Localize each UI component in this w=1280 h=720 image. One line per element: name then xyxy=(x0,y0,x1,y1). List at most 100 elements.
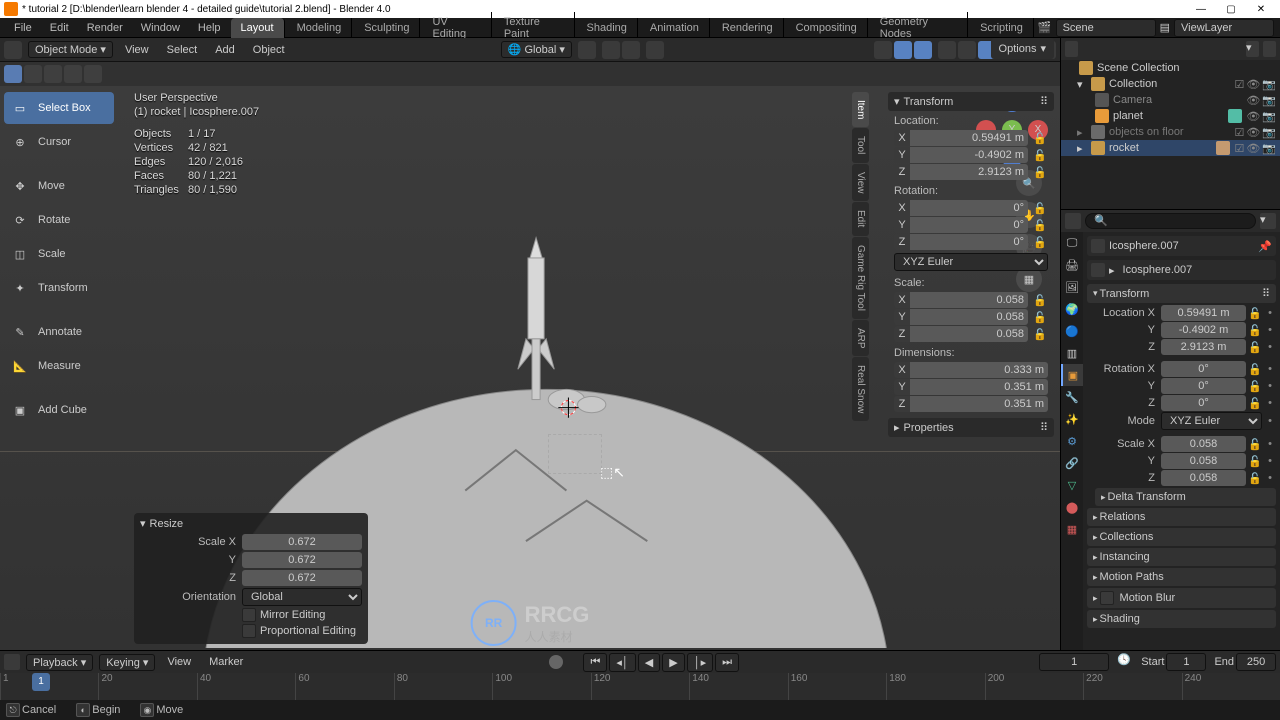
viewport-menu-add[interactable]: Add xyxy=(209,42,241,58)
snap-toggle[interactable] xyxy=(602,41,620,59)
overlay-toggle[interactable] xyxy=(914,41,932,59)
prop-instancing[interactable]: Instancing xyxy=(1087,548,1276,566)
select-mode-invert[interactable] xyxy=(64,65,82,83)
prop-rotz[interactable]: 0° xyxy=(1161,395,1246,411)
object-visibility-dropdown[interactable] xyxy=(874,41,892,59)
tab-constraints-icon[interactable]: 🔗 xyxy=(1061,452,1083,474)
prop-rotx[interactable]: 0° xyxy=(1161,361,1246,377)
visibility-icon[interactable]: 👁 xyxy=(1246,78,1260,91)
scale-y-input[interactable]: 0.058 xyxy=(910,309,1028,325)
keyframe-next-button[interactable]: │▸ xyxy=(687,653,713,672)
prop-locy[interactable]: -0.4902 m xyxy=(1161,322,1246,338)
properties-search-input[interactable] xyxy=(1085,213,1256,229)
npanel-tab-item[interactable]: Item xyxy=(852,92,869,127)
autokey-icon[interactable] xyxy=(549,655,563,669)
tab-physics-icon[interactable]: ⚙ xyxy=(1061,430,1083,452)
keyframe-prev-button[interactable]: ◂│ xyxy=(609,653,635,672)
workspace-tab-layout[interactable]: Layout xyxy=(231,18,285,38)
workspace-tab-rendering[interactable]: Rendering xyxy=(712,18,784,38)
prop-delta-transform[interactable]: Delta Transform xyxy=(1095,488,1276,506)
workspace-tab-sculpting[interactable]: Sculpting xyxy=(354,18,420,38)
timeline-editor-icon[interactable] xyxy=(4,654,20,670)
properties-editor-icon[interactable] xyxy=(1065,213,1081,229)
location-y-input[interactable]: -0.4902 m xyxy=(910,147,1028,163)
dim-y-input[interactable]: 0.351 m xyxy=(910,379,1048,395)
prop-collections[interactable]: Collections xyxy=(1087,528,1276,546)
timeline-ruler[interactable]: 1 20 40 60 80 100 120 140 160 180 200 22… xyxy=(0,673,1280,701)
timeline-playhead[interactable]: 1 xyxy=(32,673,50,691)
proportional-editing-checkbox[interactable] xyxy=(242,624,256,638)
end-frame-input[interactable]: 250 xyxy=(1236,653,1276,671)
prop-rotmode[interactable]: XYZ Euler xyxy=(1161,412,1262,430)
menu-window[interactable]: Window xyxy=(133,20,188,36)
viewport-options-dropdown[interactable]: Options ▾ xyxy=(991,38,1054,59)
start-frame-input[interactable]: 1 xyxy=(1166,653,1206,671)
rotation-x-input[interactable]: 0° xyxy=(910,200,1028,216)
maximize-button[interactable]: ▢ xyxy=(1216,4,1246,15)
tool-annotate[interactable]: ✎Annotate xyxy=(4,316,114,348)
workspace-tab-shading[interactable]: Shading xyxy=(577,18,638,38)
pin-icon[interactable]: 📌 xyxy=(1258,240,1272,253)
redo-scale-x[interactable]: 0.672 xyxy=(242,534,362,550)
prop-scz[interactable]: 0.058 xyxy=(1161,470,1246,486)
dim-x-input[interactable]: 0.333 m xyxy=(910,362,1048,378)
xray-toggle[interactable] xyxy=(938,41,956,59)
tab-world-icon[interactable]: 🔵 xyxy=(1061,320,1083,342)
prop-locx[interactable]: 0.59491 m xyxy=(1161,305,1246,321)
properties-crumb-object[interactable]: Icosphere.007📌 xyxy=(1087,236,1276,256)
outliner-row-collection[interactable]: ▾Collection☑👁📷 xyxy=(1061,76,1280,92)
timeline-keying-menu[interactable]: Keying ▾ xyxy=(99,654,155,671)
timeline-playback-menu[interactable]: Playback ▾ xyxy=(26,654,93,671)
tool-measure[interactable]: 📐Measure xyxy=(4,350,114,382)
outliner-row-rocket[interactable]: ▸rocket☑👁📷 xyxy=(1061,140,1280,156)
tab-modifier-icon[interactable]: 🔧 xyxy=(1061,386,1083,408)
play-button[interactable]: ▶ xyxy=(662,653,684,672)
workspace-tab-scripting[interactable]: Scripting xyxy=(970,18,1034,38)
prop-locz[interactable]: 2.9123 m xyxy=(1161,339,1246,355)
timeline-view-menu[interactable]: View xyxy=(161,654,197,670)
npanel-properties-header[interactable]: ▸Properties⠿ xyxy=(888,418,1054,437)
npanel-tab-gamerig[interactable]: Game Rig Tool xyxy=(852,237,869,319)
jump-start-button[interactable]: ⏮ xyxy=(583,653,607,672)
current-frame-input[interactable]: 1 xyxy=(1039,653,1109,671)
npanel-tab-view[interactable]: View xyxy=(852,164,869,202)
interaction-mode-dropdown[interactable]: Object Mode ▾ xyxy=(28,41,113,58)
outliner-display-mode-icon[interactable] xyxy=(1065,41,1078,57)
transform-orientation-dropdown[interactable]: 🌐 Global ▾ xyxy=(501,41,572,58)
properties-options-icon[interactable]: ▾ xyxy=(1260,213,1276,229)
workspace-tab-modeling[interactable]: Modeling xyxy=(287,18,353,38)
scene-name-input[interactable] xyxy=(1056,19,1156,37)
workspace-tab-animation[interactable]: Animation xyxy=(640,18,710,38)
npanel-tab-edit[interactable]: Edit xyxy=(852,202,869,235)
preview-range-icon[interactable]: 🕓 xyxy=(1117,653,1133,669)
tab-scene-icon[interactable]: 🌍 xyxy=(1061,298,1083,320)
scale-z-input[interactable]: 0.058 xyxy=(910,326,1028,342)
tab-viewlayer-icon[interactable]: 🖼 xyxy=(1061,276,1083,298)
select-mode-set[interactable] xyxy=(4,65,22,83)
3d-viewport[interactable]: ⬚↖ ▭Select Box ⊕Cursor ✥Move ⟳Rotate ◫Sc… xyxy=(0,86,1060,650)
tab-material-icon[interactable]: ⬤ xyxy=(1061,496,1083,518)
properties-crumb-data[interactable]: ▸Icosphere.007 xyxy=(1087,260,1276,280)
tool-rotate[interactable]: ⟳Rotate xyxy=(4,204,114,236)
location-z-input[interactable]: 2.9123 m xyxy=(910,164,1028,180)
outliner-row-camera[interactable]: Camera👁📷 xyxy=(1061,92,1280,108)
snap-type-dropdown[interactable] xyxy=(622,41,640,59)
pivot-dropdown[interactable] xyxy=(578,41,596,59)
tool-add-cube[interactable]: ▣Add Cube xyxy=(4,394,114,426)
prop-relations[interactable]: Relations xyxy=(1087,508,1276,526)
select-mode-intersect[interactable] xyxy=(84,65,102,83)
gizmo-toggle[interactable] xyxy=(894,41,912,59)
disable-render-icon[interactable]: 📷 xyxy=(1262,78,1276,91)
prop-transform-header[interactable]: Transform⠿ xyxy=(1087,284,1276,303)
menu-help[interactable]: Help xyxy=(190,20,229,36)
outliner-row-objects-on-floor[interactable]: ▸objects on floor☑👁📷 xyxy=(1061,124,1280,140)
tab-particles-icon[interactable]: ✨ xyxy=(1061,408,1083,430)
npanel-tab-arp[interactable]: ARP xyxy=(852,320,869,357)
select-mode-extend[interactable] xyxy=(24,65,42,83)
exclude-checkbox[interactable]: ☑ xyxy=(1234,78,1244,91)
prop-motion-paths[interactable]: Motion Paths xyxy=(1087,568,1276,586)
redo-scale-y[interactable]: 0.672 xyxy=(242,552,362,568)
redo-scale-z[interactable]: 0.672 xyxy=(242,570,362,586)
minimize-button[interactable]: — xyxy=(1186,4,1216,15)
viewport-menu-view[interactable]: View xyxy=(119,42,155,58)
